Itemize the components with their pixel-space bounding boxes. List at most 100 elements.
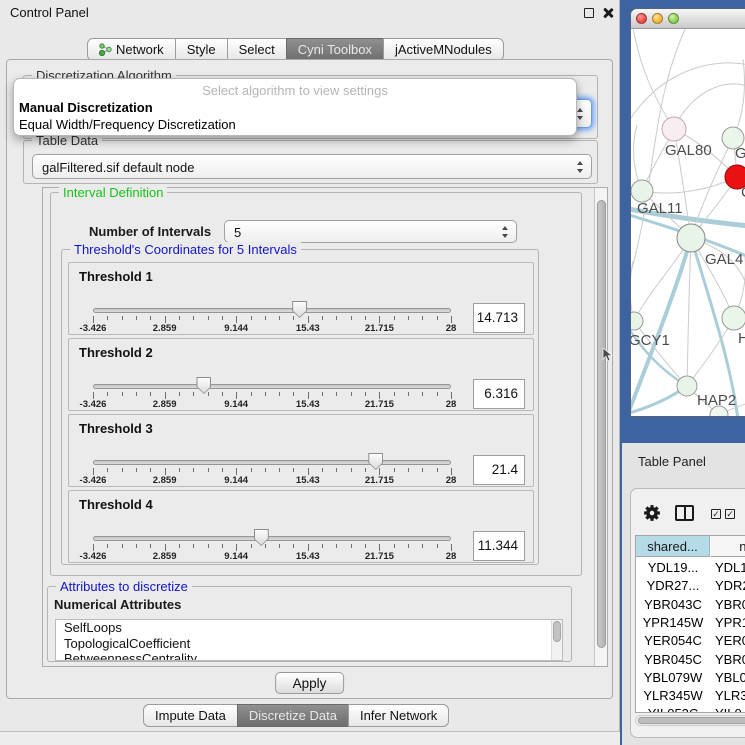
column-header-shared[interactable]: shared... (636, 536, 710, 557)
table-row[interactable]: YBL079WYBL0 (636, 670, 745, 688)
threshold-1-value-field[interactable]: 14.713 (473, 303, 525, 333)
table-row[interactable]: YLR345WYLR3 (636, 688, 745, 706)
close-icon[interactable] (602, 7, 614, 19)
table-row[interactable]: YDL19...YDL1 (636, 560, 745, 578)
attributes-group: Attributes to discretize Numerical Attri… (47, 586, 572, 662)
tab-cyni-toolbox[interactable]: Cyni Toolbox (286, 38, 384, 61)
threshold-3-slider-thumb[interactable] (368, 453, 383, 470)
split-columns-icon[interactable] (675, 505, 694, 521)
tick-mark (107, 316, 108, 320)
attribute-item-betweennesscentrality[interactable]: BetweennessCentrality (56, 651, 562, 661)
float-window-icon[interactable] (584, 8, 594, 18)
num-intervals-value: 5 (234, 221, 241, 244)
tab-label: Select (239, 42, 275, 57)
column-header-name[interactable]: name (711, 536, 745, 557)
tick-mark (265, 316, 266, 320)
tick-mark (208, 544, 209, 548)
threshold-4-value-field[interactable]: 11.344 (473, 531, 525, 561)
threshold-3-slider-track[interactable] (93, 460, 451, 465)
network-edge[interactable] (634, 238, 691, 321)
threshold-4-slider-track[interactable] (93, 536, 451, 541)
attribute-item-topologicalcoefficient[interactable]: TopologicalCoefficient (56, 636, 562, 652)
close-traffic-light-icon[interactable] (636, 13, 647, 24)
tick-mark (208, 468, 209, 472)
network-node-label: C (741, 184, 745, 201)
gear-icon[interactable] (643, 504, 661, 522)
network-node[interactable] (631, 312, 643, 330)
network-edge[interactable] (733, 59, 745, 138)
tick-label: 15.43 (296, 475, 320, 486)
settings-scrollbar-thumb[interactable] (597, 200, 606, 648)
tab-select[interactable]: Select (227, 38, 287, 61)
table-cell: YBR0 (715, 597, 745, 612)
table-row[interactable]: YER054CYER0 (636, 633, 745, 651)
tab-jactivemnodules[interactable]: jActiveMNodules (383, 38, 504, 61)
checkbox-icon[interactable] (725, 509, 735, 519)
zoom-traffic-light-icon[interactable] (668, 13, 679, 24)
threshold-3-value-field[interactable]: 21.4 (473, 455, 525, 485)
tab-impute-data[interactable]: Impute Data (143, 704, 238, 727)
tick-mark (107, 468, 108, 472)
attribute-item-selfloops[interactable]: SelfLoops (56, 620, 562, 636)
network-edge[interactable] (631, 63, 745, 121)
tick-mark (122, 316, 123, 320)
tick-label: 15.43 (296, 551, 320, 562)
tick-label: 9.144 (224, 399, 248, 410)
top-tab-bar: NetworkStyle Select Cyni Toolbox jActiveMNo… (87, 38, 504, 61)
table-hscrollbar[interactable] (635, 715, 745, 726)
network-edge[interactable] (642, 177, 737, 193)
tab-label: Cyni Toolbox (298, 42, 372, 57)
tick-mark (437, 316, 438, 320)
table-row[interactable]: YDR27...YDR2 (636, 578, 745, 596)
network-edge[interactable] (687, 238, 691, 386)
thresholds-group: Threshold's Coordinates for 5 Intervals … (61, 249, 539, 565)
threshold-2-slider-thumb[interactable] (196, 377, 211, 394)
checkbox-icon[interactable] (711, 509, 721, 519)
table-hscrollbar-thumb[interactable] (638, 717, 745, 724)
tab-infer-network[interactable]: Infer Network (348, 704, 449, 727)
algorithm-option-equal-width-frequency-discretization[interactable]: Equal Width/Frequency Discretization (19, 117, 236, 132)
threshold-3-panel: Threshold 3-3.4262.8599.14415.4321.71528… (68, 414, 534, 487)
threshold-1-panel: Threshold 1-3.4262.8599.14415.4321.71528… (68, 262, 534, 335)
threshold-2-value-field[interactable]: 6.316 (473, 379, 525, 409)
minimize-traffic-light-icon[interactable] (652, 13, 663, 24)
tick-mark (322, 392, 323, 396)
settings-scrollbar[interactable] (594, 188, 607, 666)
tick-mark (265, 392, 266, 396)
network-node-label: GA (735, 145, 745, 162)
network-node[interactable] (677, 224, 705, 252)
network-edge[interactable] (674, 84, 745, 129)
list-scrollbar-thumb[interactable] (553, 621, 561, 642)
algorithm-option-manual-discretization[interactable]: Manual Discretization (19, 100, 153, 115)
tab-network[interactable]: Network (87, 38, 176, 61)
network-canvas[interactable]: GAL80GAGAL11CGAL4GCY1HHAP2 (631, 29, 745, 417)
tick-mark (236, 544, 237, 551)
tick-label: 15.43 (296, 399, 320, 410)
tick-mark (336, 468, 337, 472)
table-row[interactable]: YIL052CYIL0 (636, 706, 745, 713)
num-intervals-combo[interactable]: 5 (224, 220, 517, 243)
network-node[interactable] (722, 306, 745, 330)
network-node-label: GAL4 (705, 251, 743, 268)
table-row[interactable]: YBR043CYBR0 (636, 597, 745, 615)
threshold-1-slider-track[interactable] (93, 308, 451, 313)
threshold-2-slider-track[interactable] (93, 384, 451, 389)
tab-style[interactable]: Style (175, 38, 228, 61)
tick-label: 15.43 (296, 323, 320, 334)
tick-mark (107, 392, 108, 396)
list-scrollbar[interactable] (551, 620, 562, 660)
tick-mark (279, 544, 280, 548)
threshold-4-slider-thumb[interactable] (254, 529, 269, 546)
tab-discretize-data[interactable]: Discretize Data (237, 704, 349, 727)
tick-mark (293, 468, 294, 472)
table-data-combo[interactable]: galFiltered.sif default node (32, 154, 592, 179)
table-row[interactable]: YBR045CYBR0 (636, 652, 745, 670)
apply-button[interactable]: Apply (275, 672, 345, 694)
tick-mark (165, 468, 166, 475)
network-node[interactable] (677, 376, 697, 396)
threshold-2-panel: Threshold 2-3.4262.8599.14415.4321.71528… (68, 338, 534, 411)
table-row[interactable]: YPR145WYPR1 (636, 615, 745, 633)
table-panel: Table Panel shared...name YDL19...YDL1YD… (622, 443, 745, 745)
network-node[interactable] (631, 180, 653, 202)
network-node[interactable] (662, 117, 686, 141)
